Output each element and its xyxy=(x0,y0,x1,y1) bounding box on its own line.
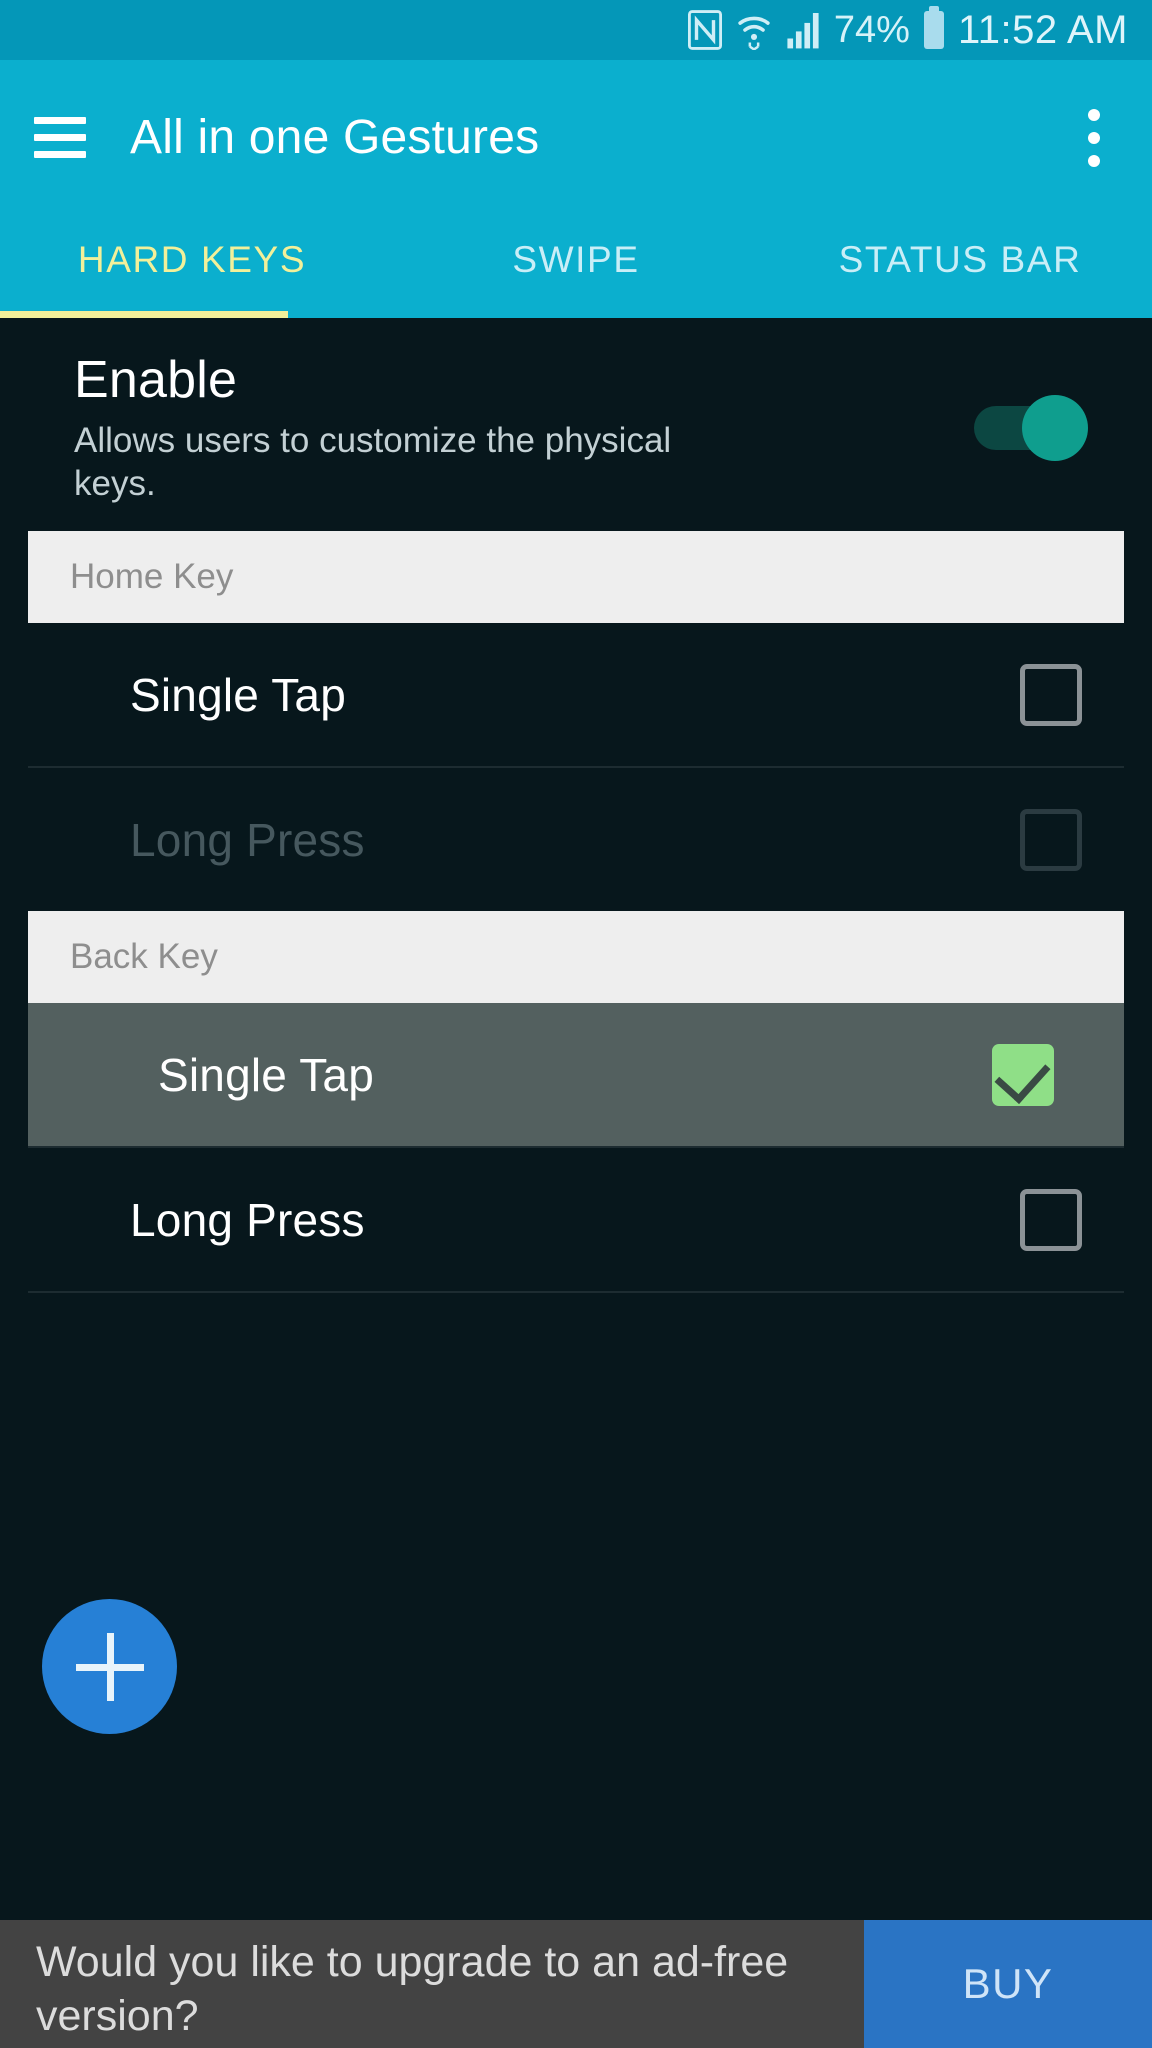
tab-status-bar[interactable]: STATUS BAR xyxy=(768,215,1152,281)
android-app-screen: 74% 11:52 AM All in one Gestures HARD KE… xyxy=(0,0,1152,2048)
row-label: Single Tap xyxy=(130,668,346,721)
row-label: Single Tap xyxy=(158,1048,374,1101)
enable-setting-row[interactable]: Enable Allows users to customize the phy… xyxy=(0,318,1152,531)
banner-message: Would you like to upgrade to an ad-free … xyxy=(0,1920,864,2048)
settings-content: Enable Allows users to customize the phy… xyxy=(0,318,1152,1758)
checkbox-back-single-tap[interactable] xyxy=(992,1043,1054,1106)
enable-toggle-switch[interactable] xyxy=(974,395,1088,461)
app-bar: All in one Gestures xyxy=(0,60,1152,215)
hamburger-menu-icon[interactable] xyxy=(34,117,86,158)
row-back-key-single-tap[interactable]: Single Tap xyxy=(28,1003,1124,1147)
section-header-label: Home Key xyxy=(70,557,234,597)
tab-bar: HARD KEYS SWIPE STATUS BAR xyxy=(0,215,1152,318)
toggle-thumb xyxy=(1022,395,1088,461)
clock: 11:52 AM xyxy=(957,7,1128,52)
upgrade-banner: Would you like to upgrade to an ad-free … xyxy=(0,1920,1152,2048)
section-header-home-key: Home Key xyxy=(28,531,1124,624)
enable-title: Enable xyxy=(74,351,238,409)
row-back-key-long-press[interactable]: Long Press xyxy=(0,1148,1152,1291)
checkbox-home-single-tap[interactable] xyxy=(1020,663,1082,726)
plus-icon xyxy=(75,1632,144,1701)
page-title: All in one Gestures xyxy=(130,111,540,164)
tab-hard-keys[interactable]: HARD KEYS xyxy=(0,215,384,281)
enable-subtitle: Allows users to customize the physical k… xyxy=(74,421,672,503)
row-divider xyxy=(28,1291,1124,1294)
overflow-menu-icon[interactable] xyxy=(1088,108,1100,167)
battery-percent: 74% xyxy=(833,8,910,51)
cellular-signal-icon xyxy=(786,10,820,50)
checkbox-home-long-press[interactable] xyxy=(1020,808,1082,871)
add-gesture-fab[interactable] xyxy=(42,1599,177,1734)
checkbox-back-long-press[interactable] xyxy=(1020,1188,1082,1251)
section-header-back-key: Back Key xyxy=(28,911,1124,1004)
row-home-key-long-press[interactable]: Long Press xyxy=(0,768,1152,911)
tab-swipe[interactable]: SWIPE xyxy=(384,215,768,281)
tab-active-indicator xyxy=(0,311,288,318)
nfc-icon xyxy=(687,10,722,50)
status-bar: 74% 11:52 AM xyxy=(0,0,1152,60)
row-label: Long Press xyxy=(130,813,365,866)
battery-icon xyxy=(923,6,944,49)
wifi-icon xyxy=(736,10,772,50)
section-header-label: Back Key xyxy=(70,937,218,977)
buy-button[interactable]: BUY xyxy=(864,1920,1152,2048)
row-label: Long Press xyxy=(130,1193,365,1246)
row-home-key-single-tap[interactable]: Single Tap xyxy=(0,623,1152,766)
enable-text-group: Enable Allows users to customize the phy… xyxy=(74,350,974,505)
buy-button-label: BUY xyxy=(962,1960,1054,2007)
